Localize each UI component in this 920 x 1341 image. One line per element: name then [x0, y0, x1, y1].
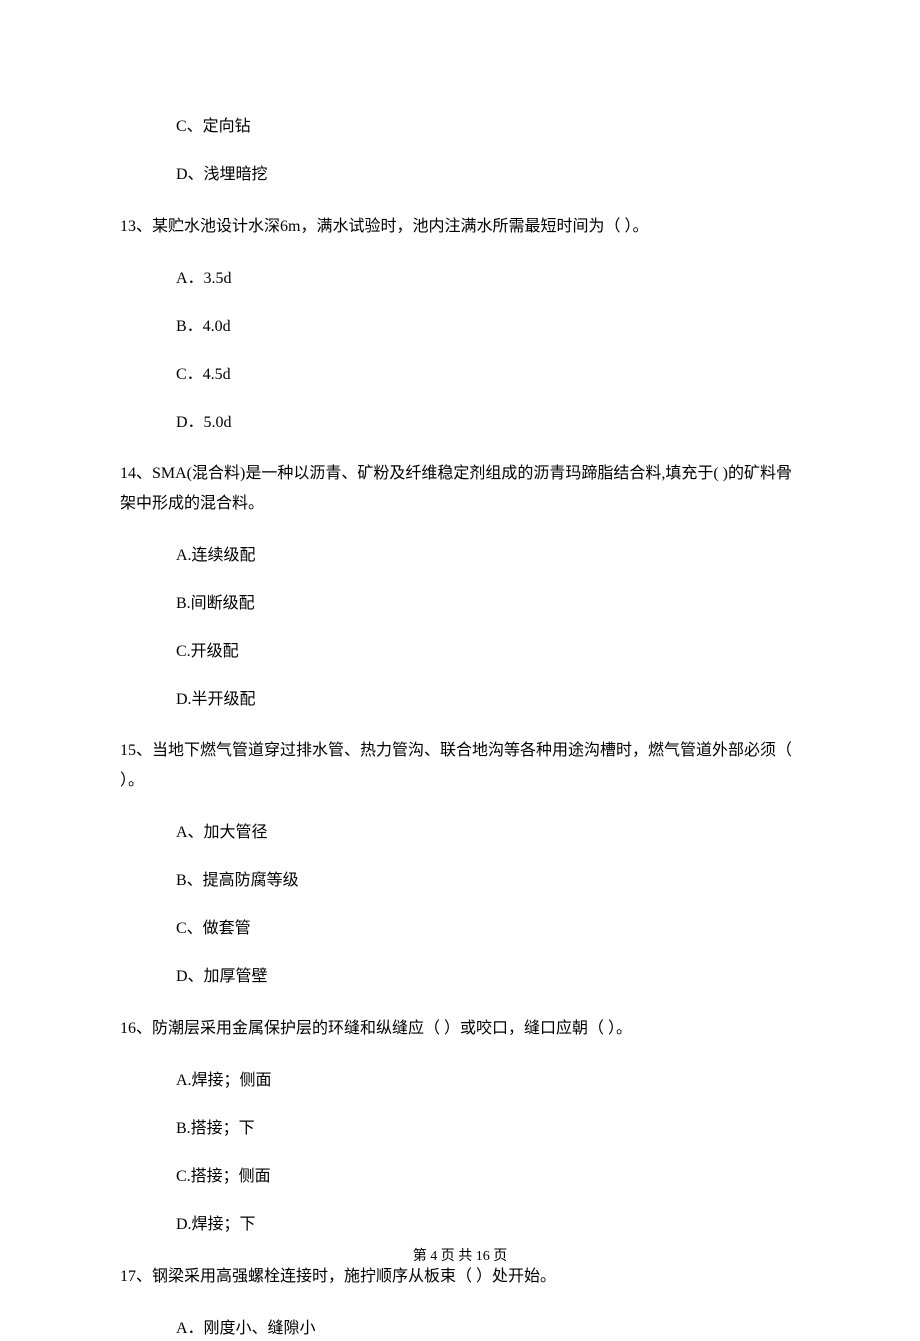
q13-option-b: B．4.0d	[176, 315, 802, 339]
page-footer: 第 4 页 共 16 页	[0, 1246, 920, 1267]
q15-option-a: A、加大管径	[176, 821, 802, 845]
q16-text: 16、防潮层采用金属保护层的环缝和纵缝应（ ）或咬口，缝口应朝（ ）。	[120, 1013, 802, 1045]
page-number: 第 4 页 共 16 页	[413, 1249, 508, 1264]
q15-text: 15、当地下燃气管道穿过排水管、热力管沟、联合地沟等各种用途沟槽时，燃气管道外部…	[120, 736, 802, 797]
option-text: B.搭接；下	[176, 1120, 255, 1137]
q13-option-c: C．4.5d	[176, 363, 802, 387]
option-text: C.搭接；侧面	[176, 1168, 271, 1185]
option-text: A.连续级配	[176, 547, 256, 564]
option-text: D．5.0d	[176, 414, 232, 431]
q14-option-d: D.半开级配	[176, 688, 802, 712]
option-text: A．刚度小、缝隙小	[176, 1320, 316, 1337]
q13-option-d: D．5.0d	[176, 411, 802, 435]
option-text: A.焊接；侧面	[176, 1072, 272, 1089]
option-text: D.半开级配	[176, 691, 256, 708]
q15-option-d: D、加厚管壁	[176, 965, 802, 989]
q14-option-c: C.开级配	[176, 640, 802, 664]
option-text: B．4.0d	[176, 318, 231, 335]
option-text: A．3.5d	[176, 270, 232, 287]
q17-option-a: A．刚度小、缝隙小	[176, 1317, 802, 1341]
option-text: A、加大管径	[176, 824, 268, 841]
question-text: 15、当地下燃气管道穿过排水管、热力管沟、联合地沟等各种用途沟槽时，燃气管道外部…	[120, 742, 792, 789]
q13-option-a: A．3.5d	[176, 267, 802, 291]
question-text: 17、钢梁采用高强螺栓连接时，施拧顺序从板束（ ）处开始。	[120, 1268, 556, 1285]
option-text: C、定向钻	[176, 118, 251, 135]
q15-option-c: C、做套管	[176, 917, 802, 941]
option-text: C．4.5d	[176, 366, 231, 383]
option-text: B.间断级配	[176, 595, 255, 612]
q13-text: 13、某贮水池设计水深6m，满水试验时，池内注满水所需最短时间为（ ）。	[120, 211, 802, 243]
q15-option-b: B、提高防腐等级	[176, 869, 802, 893]
option-text: D.焊接；下	[176, 1216, 256, 1233]
q16-option-c: C.搭接；侧面	[176, 1165, 802, 1189]
option-text: C.开级配	[176, 643, 239, 660]
q16-option-b: B.搭接；下	[176, 1117, 802, 1141]
q12-option-d: D、浅埋暗挖	[176, 163, 802, 187]
q16-option-d: D.焊接；下	[176, 1213, 802, 1237]
option-text: C、做套管	[176, 920, 251, 937]
q12-option-c: C、定向钻	[176, 115, 802, 139]
question-text: 14、SMA(混合料)是一种以沥青、矿粉及纤维稳定剂组成的沥青玛蹄脂结合料,填充…	[120, 465, 792, 512]
question-text: 16、防潮层采用金属保护层的环缝和纵缝应（ ）或咬口，缝口应朝（ ）。	[120, 1020, 632, 1037]
q14-text: 14、SMA(混合料)是一种以沥青、矿粉及纤维稳定剂组成的沥青玛蹄脂结合料,填充…	[120, 459, 802, 520]
q14-option-a: A.连续级配	[176, 544, 802, 568]
option-text: D、浅埋暗挖	[176, 166, 268, 183]
q14-option-b: B.间断级配	[176, 592, 802, 616]
option-text: B、提高防腐等级	[176, 872, 299, 889]
q16-option-a: A.焊接；侧面	[176, 1069, 802, 1093]
option-text: D、加厚管壁	[176, 968, 268, 985]
question-text: 13、某贮水池设计水深6m，满水试验时，池内注满水所需最短时间为（ ）。	[120, 218, 648, 235]
